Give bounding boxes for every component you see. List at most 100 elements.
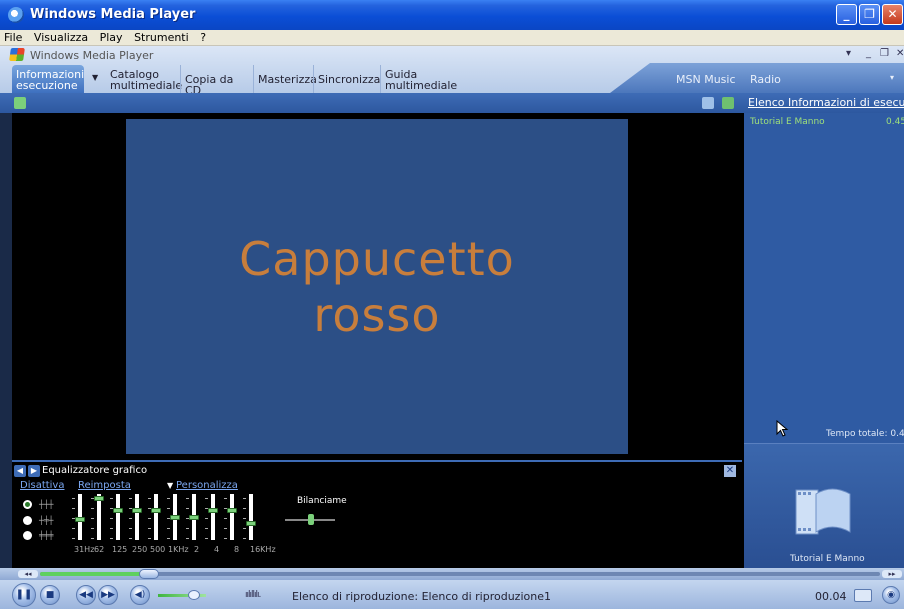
eq-tick xyxy=(110,538,113,539)
menu-play[interactable]: Play xyxy=(96,30,127,44)
eq-reset-link[interactable]: Reimposta xyxy=(78,480,131,491)
eq-band-label: 4 xyxy=(214,545,220,554)
playlist-item-title: Tutorial E Manno xyxy=(750,117,825,127)
tab-rip[interactable]: Copia da CD xyxy=(180,65,254,96)
eq-band-track-4[interactable] xyxy=(154,494,158,540)
eq-tick xyxy=(186,528,189,529)
next-button[interactable]: ▶▶ xyxy=(98,585,118,605)
eq-band-label: 125 xyxy=(112,545,128,554)
tab-burn[interactable]: Masterizza xyxy=(253,65,317,93)
resize-video-icon[interactable] xyxy=(722,97,734,109)
eq-mode-radio-2[interactable] xyxy=(23,516,32,525)
full-mode-icon[interactable] xyxy=(854,589,872,602)
eq-band-knob-0[interactable] xyxy=(75,516,85,522)
eq-dropdown-arrow-icon[interactable]: ▼ xyxy=(167,481,173,490)
left-edge-strip xyxy=(0,113,12,568)
eq-band-knob-5[interactable] xyxy=(170,514,180,520)
eq-band-label: 500 xyxy=(150,545,166,554)
eq-close-icon[interactable]: ✕ xyxy=(724,465,736,477)
tab-now-playing[interactable]: Informazioni esecuzione xyxy=(12,65,84,93)
eq-tick xyxy=(167,498,170,499)
balance-knob[interactable] xyxy=(308,514,314,525)
eq-tick xyxy=(72,498,75,499)
eq-disable-link[interactable]: Disattiva xyxy=(20,480,64,491)
eq-next-icon[interactable]: ▶ xyxy=(28,465,40,477)
eq-band-knob-1[interactable] xyxy=(94,496,104,502)
media-player-app-icon xyxy=(8,7,24,23)
eq-tick xyxy=(129,528,132,529)
eq-custom-link[interactable]: Personalizza xyxy=(176,480,238,491)
eq-band-track-3[interactable] xyxy=(135,494,139,540)
menu-bar: File Visualizza Play Strumenti ? xyxy=(0,30,904,46)
tab-dropdown-arrow-icon[interactable]: ▼ xyxy=(92,73,98,82)
seek-right-end-icon: ▸▸ xyxy=(882,570,902,578)
tab-now-playing-line2: esecuzione xyxy=(16,79,78,92)
pause-button[interactable]: ❚❚ xyxy=(12,583,36,607)
seek-knob[interactable] xyxy=(139,569,160,579)
eq-tick xyxy=(167,508,170,509)
minimize-button[interactable]: _ xyxy=(836,4,857,25)
seek-track[interactable] xyxy=(40,572,880,576)
previous-button[interactable]: ◀◀ xyxy=(76,585,96,605)
window-title-bar[interactable]: Windows Media Player _ ❐ ✕ xyxy=(0,0,904,30)
eq-band-knob-7[interactable] xyxy=(208,508,218,514)
playlist-item[interactable]: Tutorial E Manno 0.45 xyxy=(750,117,904,127)
tab-burn-label: Masterizza xyxy=(258,73,317,86)
menu-file[interactable]: File xyxy=(0,30,26,44)
brand-restore-button[interactable]: ❐ xyxy=(880,48,889,59)
eq-previous-icon[interactable]: ◀ xyxy=(14,465,26,477)
eq-band-label: 1KHz xyxy=(168,545,189,554)
tab-sync[interactable]: Sincronizza xyxy=(313,65,380,93)
mute-button[interactable]: ◀) xyxy=(130,585,150,605)
eq-band-track-7[interactable] xyxy=(211,494,215,540)
eq-tick xyxy=(110,528,113,529)
close-button[interactable]: ✕ xyxy=(882,4,903,25)
eq-mode-radio-1[interactable] xyxy=(23,500,32,509)
brand-menu-arrow-icon[interactable]: ▾ xyxy=(846,48,851,59)
eq-tick xyxy=(91,518,94,519)
eq-band-track-9[interactable] xyxy=(249,494,253,540)
skin-mode-button[interactable]: ◉ xyxy=(882,586,900,604)
eq-band-knob-4[interactable] xyxy=(151,508,161,514)
windows-logo-icon xyxy=(9,48,25,61)
eq-band-knob-3[interactable] xyxy=(132,508,142,514)
eq-band-knob-6[interactable] xyxy=(189,514,199,520)
eq-tick xyxy=(148,538,151,539)
eq-band-label: 250 xyxy=(132,545,148,554)
eq-mode-mini-icon-1: ┼┼┼ xyxy=(39,500,54,509)
restore-button[interactable]: ❐ xyxy=(859,4,880,25)
eq-band-track-2[interactable] xyxy=(116,494,120,540)
eq-band-label: 62 xyxy=(94,545,105,554)
video-file-icon xyxy=(795,488,851,535)
eq-band-knob-8[interactable] xyxy=(227,508,237,514)
brand-close-button[interactable]: ✕ xyxy=(896,48,904,59)
seek-bar[interactable]: ◂◂ ▸▸ xyxy=(0,568,904,580)
eq-band-knob-9[interactable] xyxy=(246,520,256,526)
volume-knob[interactable] xyxy=(188,590,200,600)
stores-dropdown-icon[interactable]: ▾ xyxy=(890,73,894,82)
eq-tick xyxy=(148,498,151,499)
eq-band-knob-2[interactable] xyxy=(113,508,123,514)
eq-tick xyxy=(205,518,208,519)
tab-msn-music[interactable]: MSN Music xyxy=(676,73,736,86)
quick-access-menu-icon[interactable] xyxy=(14,97,26,109)
enhancements-icon[interactable] xyxy=(702,97,714,109)
visualization-icon[interactable]: ıılıllılı. xyxy=(245,590,285,602)
eq-band-track-8[interactable] xyxy=(230,494,234,540)
eq-tick xyxy=(205,498,208,499)
tab-guide[interactable]: Guida multimediale xyxy=(380,65,460,93)
playlist-item-duration: 0.45 xyxy=(886,117,904,127)
tab-library[interactable]: Catalogo multimediale xyxy=(106,65,182,93)
menu-help[interactable]: ? xyxy=(196,30,210,44)
eq-mode-radio-3[interactable] xyxy=(23,531,32,540)
stop-button[interactable]: ■ xyxy=(40,585,60,605)
eq-tick xyxy=(243,528,246,529)
menu-view[interactable]: Visualizza xyxy=(30,30,92,44)
playlist-header-dropdown[interactable]: Elenco Informazioni di esecuzione xyxy=(748,96,904,109)
feature-tabs: MSN Music Radio ▾ Informazioni esecuzion… xyxy=(0,63,904,96)
tab-radio[interactable]: Radio xyxy=(750,73,781,86)
brand-minimize-button[interactable]: _ xyxy=(866,48,871,59)
menu-tools[interactable]: Strumenti xyxy=(130,30,193,44)
video-pane[interactable]: Cappucetto rosso xyxy=(12,113,742,458)
video-title-line2: rosso xyxy=(313,287,441,342)
